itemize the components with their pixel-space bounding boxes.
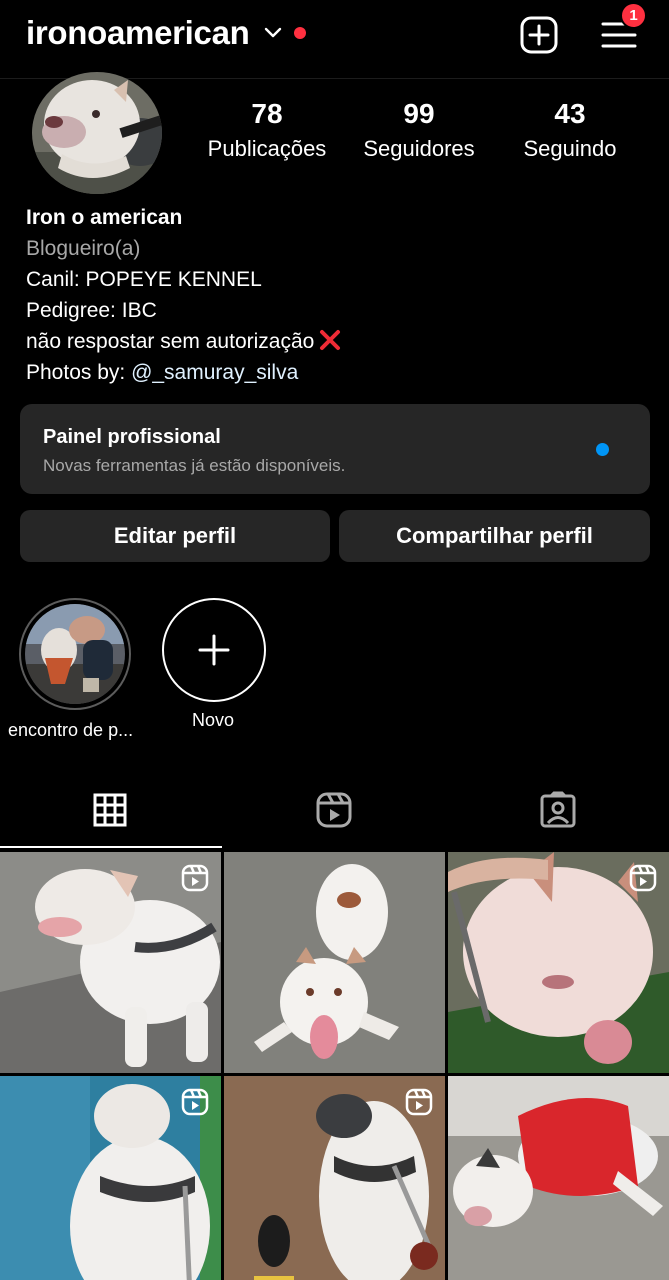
- followers-count-label: Seguidores: [363, 136, 475, 161]
- story-highlight[interactable]: [19, 598, 131, 710]
- cross-mark-icon: [320, 330, 341, 350]
- bio-photos-prefix: Photos by:: [26, 361, 132, 384]
- post-image: [224, 852, 445, 1073]
- reel-indicator-icon: [181, 1088, 209, 1116]
- bio-line-kennel: Canil: POPEYE KENNEL: [26, 268, 262, 291]
- create-post-icon[interactable]: [519, 15, 559, 55]
- notification-badge: 1: [620, 2, 647, 29]
- panel-subtitle: Novas ferramentas já estão disponíveis.: [43, 456, 346, 475]
- posts-count-label: Publicações: [207, 136, 327, 161]
- photographer-mention-link[interactable]: @_samuray_silva: [131, 361, 298, 384]
- highlight-ring: [162, 598, 266, 702]
- post-thumbnail[interactable]: [224, 852, 445, 1073]
- display-name: Iron o american: [26, 206, 183, 229]
- post-thumbnail[interactable]: [0, 852, 221, 1073]
- grid-icon[interactable]: [90, 790, 130, 830]
- top-bar: ironoamerican 1: [0, 0, 669, 78]
- new-highlight-label: Novo: [192, 710, 235, 730]
- reel-indicator-icon: [181, 864, 209, 892]
- profile-avatar[interactable]: [32, 72, 162, 194]
- profile-bio: Iron o american Blogueiro(a) Canil: POPE…: [26, 202, 626, 388]
- post-thumbnail[interactable]: [224, 1076, 445, 1280]
- post-thumbnail[interactable]: [448, 1076, 669, 1280]
- bio-line-pedigree: Pedigree: IBC: [26, 299, 157, 322]
- following-count[interactable]: 43 Seguindo: [495, 98, 645, 162]
- highlight-ring: [19, 598, 131, 710]
- active-tab-indicator: [0, 846, 222, 848]
- tagged-icon[interactable]: [538, 790, 578, 830]
- new-indicator-dot: [596, 443, 609, 456]
- username-switcher[interactable]: ironoamerican: [26, 14, 250, 52]
- new-highlight-button[interactable]: [162, 598, 266, 702]
- following-count-value: 43: [554, 98, 586, 129]
- chevron-down-icon[interactable]: [262, 24, 284, 42]
- reel-indicator-icon: [405, 1088, 433, 1116]
- highlight-cover: [25, 604, 125, 704]
- edit-profile-button[interactable]: Editar perfil: [20, 510, 330, 562]
- category-label: Blogueiro(a): [26, 237, 141, 260]
- highlight-label: encontro de p...: [8, 720, 134, 740]
- share-profile-button[interactable]: Compartilhar perfil: [339, 510, 650, 562]
- bio-line-photos: Photos by: @_samuray_silva: [26, 357, 626, 388]
- plus-icon: [198, 634, 230, 666]
- reels-icon[interactable]: [314, 790, 354, 830]
- followers-count[interactable]: 99 Seguidores: [344, 98, 494, 162]
- post-thumbnail[interactable]: [0, 1076, 221, 1280]
- bio-line-repost: não respostar sem autorização: [26, 326, 626, 357]
- posts-count[interactable]: 78 Publicações: [192, 98, 342, 162]
- post-image: [448, 1076, 669, 1280]
- post-thumbnail[interactable]: [448, 852, 669, 1073]
- professional-dashboard-card[interactable]: Painel profissional Novas ferramentas já…: [20, 404, 650, 494]
- account-notification-dot: [294, 27, 306, 39]
- panel-title: Painel profissional: [43, 426, 221, 448]
- posts-count-value: 78: [251, 98, 283, 129]
- followers-count-value: 99: [403, 98, 435, 129]
- reel-indicator-icon: [629, 864, 657, 892]
- bio-line-repost-text: não respostar sem autorização: [26, 330, 315, 353]
- following-count-label: Seguindo: [523, 136, 617, 161]
